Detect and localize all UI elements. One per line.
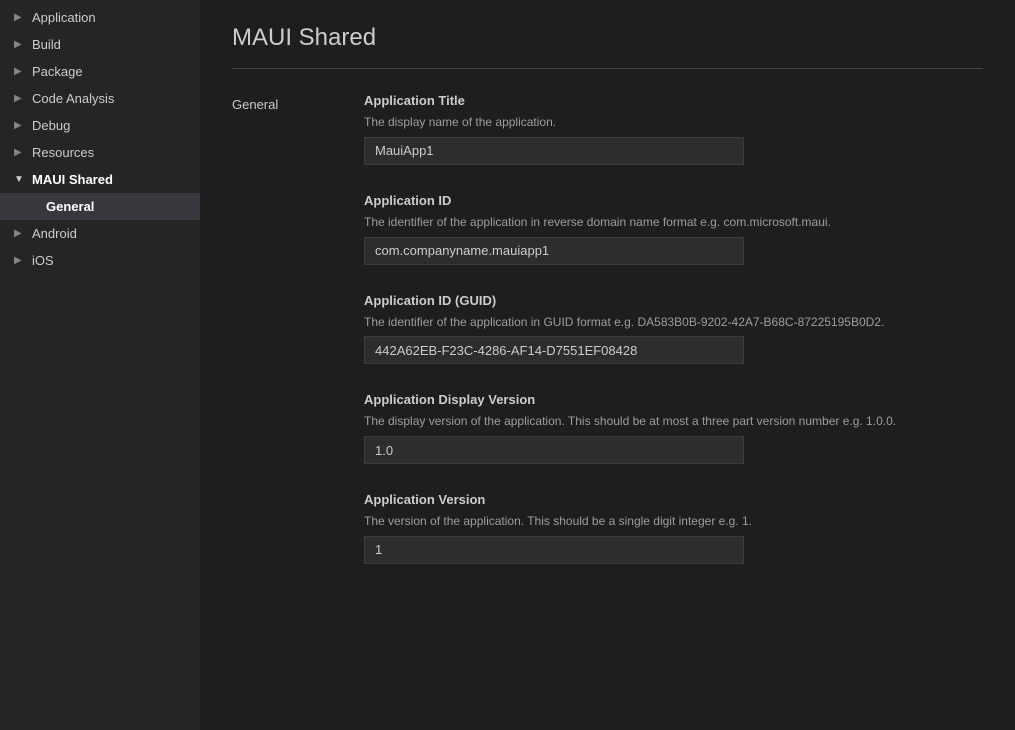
field-group-app-display-version: Application Display Version The display v… — [364, 392, 983, 464]
chevron-icon: ▶ — [14, 39, 26, 50]
main-content: MAUI Shared General Application Title The… — [200, 0, 1015, 730]
field-desc-app-title: The display name of the application. — [364, 114, 983, 131]
field-input-app-title[interactable] — [364, 137, 744, 165]
field-title-app-display-version: Application Display Version — [364, 392, 983, 407]
chevron-icon: ▼ — [14, 174, 26, 185]
chevron-icon: ▶ — [14, 228, 26, 239]
sidebar-item-label: Code Analysis — [32, 91, 114, 106]
page-title: MAUI Shared — [232, 24, 983, 52]
chevron-icon: ▶ — [14, 120, 26, 131]
sidebar-item-resources[interactable]: ▶ Resources — [0, 139, 200, 166]
sidebar: ▶ Application ▶ Build ▶ Package ▶ Code Analysis… — [0, 0, 200, 730]
chevron-icon: ▶ — [14, 12, 26, 23]
sidebar-item-general[interactable]: General — [0, 193, 200, 220]
sidebar-item-code-analysis[interactable]: ▶ Code Analysis — [0, 85, 200, 112]
field-group-app-id-guid: Application ID (GUID) The identifier of t… — [364, 293, 983, 365]
chevron-icon: ▶ — [14, 255, 26, 266]
sidebar-item-package[interactable]: ▶ Package — [0, 58, 200, 85]
sidebar-item-label: Package — [32, 64, 83, 79]
field-input-app-version[interactable] — [364, 536, 744, 564]
field-group-app-title: Application Title The display name of the… — [364, 93, 983, 165]
sidebar-item-label: Resources — [32, 145, 94, 160]
field-group-app-version: Application Version The version of the ap… — [364, 492, 983, 564]
field-input-app-display-version[interactable] — [364, 436, 744, 464]
sidebar-item-ios[interactable]: ▶ iOS — [0, 247, 200, 274]
chevron-icon: ▶ — [14, 93, 26, 104]
sidebar-item-label: Application — [32, 10, 96, 25]
sidebar-item-label: MAUI Shared — [32, 172, 113, 187]
sidebar-item-label: iOS — [32, 253, 54, 268]
content-layout: General Application Title The display nam… — [232, 93, 983, 564]
sidebar-item-android[interactable]: ▶ Android — [0, 220, 200, 247]
field-input-app-id[interactable] — [364, 237, 744, 265]
field-title-app-id: Application ID — [364, 193, 983, 208]
sidebar-item-label: Debug — [32, 118, 70, 133]
sidebar-item-label: General — [46, 199, 94, 214]
fields-column: Application Title The display name of the… — [364, 93, 983, 564]
sidebar-item-label: Build — [32, 37, 61, 52]
sidebar-item-label: Android — [32, 226, 77, 241]
sidebar-item-debug[interactable]: ▶ Debug — [0, 112, 200, 139]
field-title-app-id-guid: Application ID (GUID) — [364, 293, 983, 308]
section-divider — [232, 68, 983, 69]
field-group-app-id: Application ID The identifier of the appl… — [364, 193, 983, 265]
chevron-icon: ▶ — [14, 147, 26, 158]
field-desc-app-display-version: The display version of the application. … — [364, 413, 983, 430]
sidebar-item-application[interactable]: ▶ Application — [0, 4, 200, 31]
sidebar-item-maui-shared[interactable]: ▼ MAUI Shared — [0, 166, 200, 193]
field-desc-app-version: The version of the application. This sho… — [364, 513, 983, 530]
section-label: General — [232, 93, 332, 564]
field-desc-app-id: The identifier of the application in rev… — [364, 214, 983, 231]
field-title-app-title: Application Title — [364, 93, 983, 108]
sidebar-item-build[interactable]: ▶ Build — [0, 31, 200, 58]
field-title-app-version: Application Version — [364, 492, 983, 507]
chevron-icon: ▶ — [14, 66, 26, 77]
field-input-app-id-guid[interactable] — [364, 336, 744, 364]
field-desc-app-id-guid: The identifier of the application in GUI… — [364, 314, 983, 331]
